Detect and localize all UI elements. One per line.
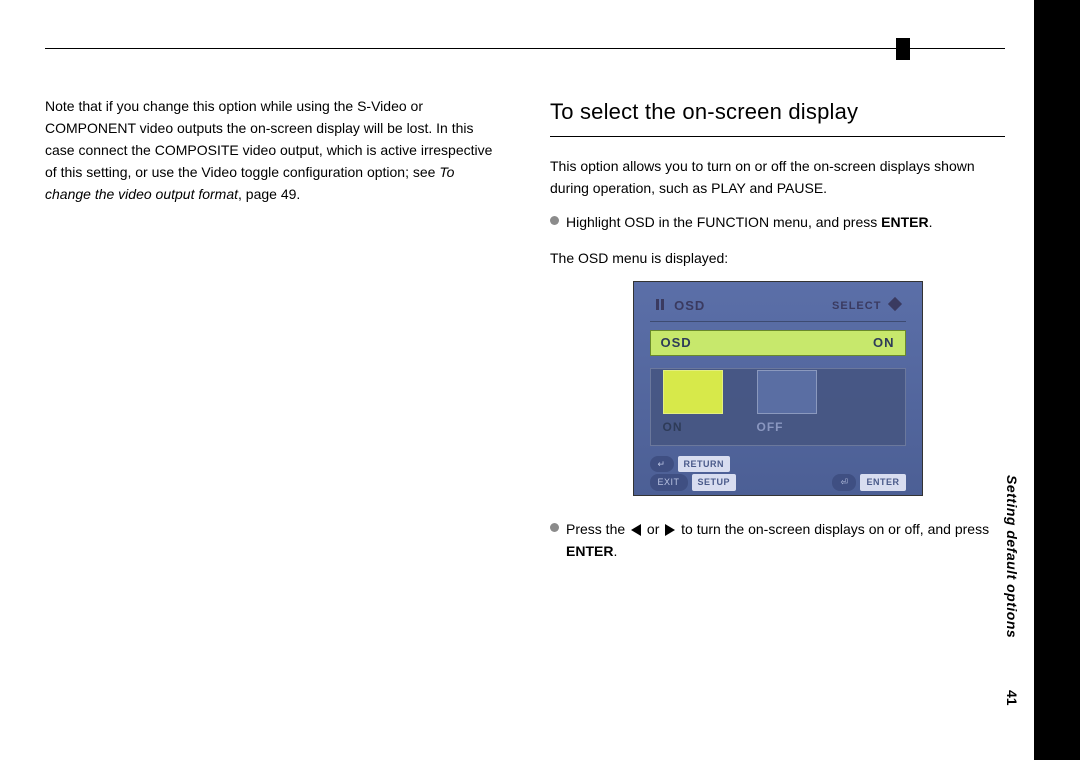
right-arrow-icon <box>665 524 675 536</box>
page-content: Note that if you change this option whil… <box>45 48 1005 576</box>
step-2-pre: Press the <box>566 521 629 537</box>
osd-option-on: ON <box>663 370 735 437</box>
intro-paragraph: This option allows you to turn on or off… <box>550 155 1005 199</box>
manual-page: Setting default options 41 Note that if … <box>0 0 1080 760</box>
osd-option-off: OFF <box>757 370 829 437</box>
bullet-icon <box>550 523 559 532</box>
badge-setup: SETUP <box>692 474 737 490</box>
bullet-icon <box>550 216 559 225</box>
step-1: Highlight OSD in the FUNCTION menu, and … <box>550 211 1005 233</box>
step-2-end: . <box>613 543 617 559</box>
note-text-1: Note that if you change this option whil… <box>45 98 492 180</box>
swatch-on <box>663 370 723 414</box>
swatch-off <box>757 370 817 414</box>
right-column: To select the on-screen display This opt… <box>550 95 1005 576</box>
osd-inner: OSD SELECT OSD ON <box>650 296 906 481</box>
osd-select-label: SELECT <box>832 300 881 312</box>
badge-enter: ENTER <box>860 474 905 490</box>
osd-footer-left: ↵RETURN EXITSETUP <box>650 456 737 490</box>
osd-highlight-row: OSD ON <box>650 330 906 357</box>
note-text-2: , page 49. <box>238 186 300 202</box>
osd-footer-right: ⏎ENTER <box>832 474 905 490</box>
osd-underline <box>650 321 906 322</box>
osd-title-left: OSD <box>656 296 706 317</box>
osd-footer: ↵RETURN EXITSETUP ⏎ENTER <box>650 456 906 490</box>
header-rule <box>45 48 1005 49</box>
step-1-pre: Highlight OSD in the FUNCTION menu, and … <box>566 214 881 230</box>
step-2-text: Press the or to turn the on-screen displ… <box>566 518 1005 562</box>
left-arrow-icon <box>631 524 641 536</box>
osd-row-value: ON <box>873 333 895 354</box>
section-side-label: Setting default options <box>1004 475 1020 638</box>
step-2: Press the or to turn the on-screen displ… <box>550 518 1005 562</box>
step-2-mid: or <box>643 521 663 537</box>
pill-return: ↵ <box>650 456 674 472</box>
step-1-post: . <box>929 214 933 230</box>
left-column: Note that if you change this option whil… <box>45 95 500 576</box>
osd-options: ON OFF <box>650 368 906 446</box>
osd-row-label: OSD <box>661 333 692 354</box>
step-1-text: Highlight OSD in the FUNCTION menu, and … <box>566 211 1005 233</box>
pill-enter: ⏎ <box>832 474 856 490</box>
two-column-layout: Note that if you change this option whil… <box>45 95 1005 576</box>
osd-displayed-text: The OSD menu is displayed: <box>550 247 1005 269</box>
note-paragraph: Note that if you change this option whil… <box>45 95 500 206</box>
diamond-icon <box>887 297 901 311</box>
step-2-enter: ENTER <box>566 543 613 559</box>
step-1-enter: ENTER <box>881 214 928 230</box>
page-side-tab <box>1034 0 1080 760</box>
badge-return: RETURN <box>678 456 731 472</box>
page-number: 41 <box>1004 690 1020 706</box>
step-2-post: to turn the on-screen displays on or off… <box>677 521 989 537</box>
section-heading: To select the on-screen display <box>550 95 1005 137</box>
pill-setup: EXIT <box>650 474 688 490</box>
option-on-label: ON <box>663 418 683 437</box>
pause-icon <box>656 299 664 310</box>
osd-title-text: OSD <box>674 298 705 313</box>
osd-screenshot: OSD SELECT OSD ON <box>633 281 923 496</box>
option-off-label: OFF <box>757 418 784 437</box>
osd-title-row: OSD SELECT <box>650 296 906 317</box>
osd-select-hint: SELECT <box>832 298 899 315</box>
